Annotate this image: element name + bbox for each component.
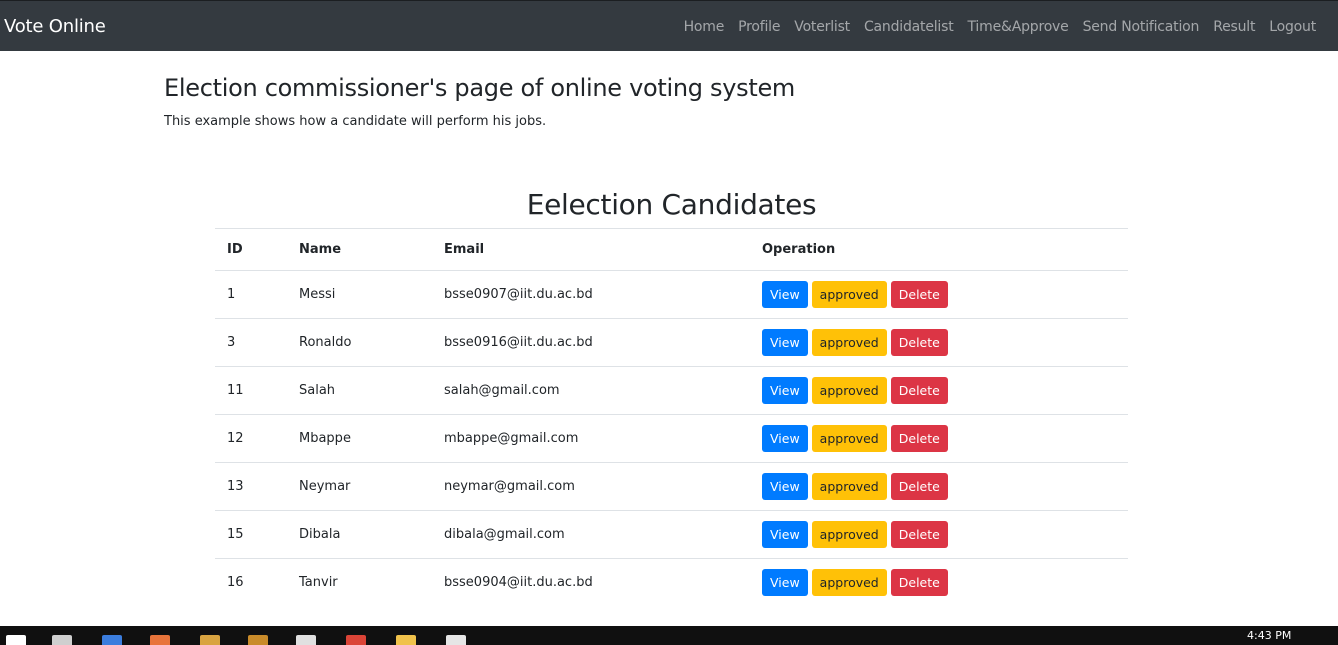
nav-link-candidatelist[interactable]: Candidatelist: [864, 18, 954, 36]
delete-button[interactable]: Delete: [890, 569, 948, 596]
cell-name: Neymar: [287, 462, 432, 511]
view-button[interactable]: View: [762, 377, 808, 404]
operation-buttons: View approved Delete: [762, 281, 1128, 308]
app-icon[interactable]: [102, 635, 122, 645]
operation-buttons: View approved Delete: [762, 473, 1128, 500]
taskbar-clock: 4:43 PM: [1247, 629, 1292, 642]
view-button[interactable]: View: [762, 329, 808, 356]
table-row: 12 Mbappe mbappe@gmail.com View approved Dele…: [215, 414, 1128, 463]
cell-name: Salah: [287, 366, 432, 415]
cell-id: 15: [215, 510, 287, 559]
cell-operation: View approved Delete: [750, 270, 1128, 319]
delete-button[interactable]: Delete: [890, 473, 948, 500]
view-button[interactable]: View: [762, 425, 808, 452]
cell-email: bsse0904@iit.du.ac.bd: [432, 558, 750, 606]
folder-icon[interactable]: [396, 635, 416, 645]
app-icon[interactable]: [446, 635, 466, 645]
cell-id: 3: [215, 318, 287, 367]
delete-button[interactable]: Delete: [890, 329, 948, 356]
column-header-id: ID: [215, 228, 287, 271]
view-button[interactable]: View: [762, 281, 808, 308]
table-row: 11 Salah salah@gmail.com View approved Delete: [215, 366, 1128, 415]
cell-id: 13: [215, 462, 287, 511]
table-row: 15 Dibala dibala@gmail.com View approved Dele…: [215, 510, 1128, 559]
approved-button[interactable]: approved: [811, 329, 887, 356]
cell-id: 1: [215, 270, 287, 319]
column-header-email: Email: [432, 228, 750, 271]
table-row: 3 Ronaldo bsse0916@iit.du.ac.bd View approve…: [215, 318, 1128, 367]
view-button[interactable]: View: [762, 473, 808, 500]
nav-link-home[interactable]: Home: [684, 18, 725, 36]
operation-buttons: View approved Delete: [762, 569, 1128, 596]
cell-name: Ronaldo: [287, 318, 432, 367]
approved-button[interactable]: approved: [811, 521, 887, 548]
nav-link-logout[interactable]: Logout: [1269, 18, 1316, 36]
cell-id: 16: [215, 558, 287, 606]
cell-name: Dibala: [287, 510, 432, 559]
operation-buttons: View approved Delete: [762, 521, 1128, 548]
nav-link-result[interactable]: Result: [1213, 18, 1255, 36]
delete-button[interactable]: Delete: [890, 521, 948, 548]
cell-operation: View approved Delete: [750, 510, 1128, 559]
app-icon[interactable]: [248, 635, 268, 645]
approved-button[interactable]: approved: [811, 569, 887, 596]
cell-operation: View approved Delete: [750, 462, 1128, 511]
approved-button[interactable]: approved: [811, 377, 887, 404]
column-header-name: Name: [287, 228, 432, 271]
approved-button[interactable]: approved: [811, 473, 887, 500]
table-row: 1 Messi bsse0907@iit.du.ac.bd View approved D…: [215, 270, 1128, 319]
cell-id: 12: [215, 414, 287, 463]
navbar: Vote Online Home Profile Voterlist Candi…: [0, 0, 1338, 51]
view-button[interactable]: View: [762, 521, 808, 548]
page-subtitle: This example shows how a candidate will …: [164, 114, 547, 129]
column-header-operation: Operation: [750, 228, 1128, 271]
windows-taskbar: 4:43 PM: [0, 626, 1338, 645]
nav-link-profile[interactable]: Profile: [738, 18, 780, 36]
table-header-row: ID Name Email Operation: [215, 228, 1128, 271]
nav-links: Home Profile Voterlist Candidatelist Tim…: [684, 18, 1317, 36]
nav-link-voterlist[interactable]: Voterlist: [794, 18, 850, 36]
cell-email: bsse0907@iit.du.ac.bd: [432, 270, 750, 319]
delete-button[interactable]: Delete: [890, 377, 948, 404]
view-button[interactable]: View: [762, 569, 808, 596]
candidates-table: ID Name Email Operation 1 Messi bsse0907@i…: [215, 228, 1128, 606]
operation-buttons: View approved Delete: [762, 425, 1128, 452]
table-title: Eelection Candidates: [526, 188, 817, 221]
cell-id: 11: [215, 366, 287, 415]
cell-email: salah@gmail.com: [432, 366, 750, 415]
delete-button[interactable]: Delete: [890, 425, 948, 452]
cell-email: dibala@gmail.com: [432, 510, 750, 559]
cell-email: mbappe@gmail.com: [432, 414, 750, 463]
cell-operation: View approved Delete: [750, 414, 1128, 463]
chrome-icon[interactable]: [346, 635, 366, 645]
approved-button[interactable]: approved: [811, 281, 887, 308]
delete-button[interactable]: Delete: [890, 281, 948, 308]
nav-link-send-notification[interactable]: Send Notification: [1083, 18, 1200, 36]
cell-name: Tanvir: [287, 558, 432, 606]
task-view-icon[interactable]: [52, 635, 72, 645]
app-icon[interactable]: [150, 635, 170, 645]
cell-operation: View approved Delete: [750, 318, 1128, 367]
approved-button[interactable]: approved: [811, 425, 887, 452]
candidates-table-wrap: ID Name Email Operation 1 Messi bsse0907@i…: [215, 228, 1128, 606]
table-row: 16 Tanvir bsse0904@iit.du.ac.bd View approve…: [215, 558, 1128, 606]
page-title: Election commissioner's page of online v…: [164, 74, 796, 102]
cell-operation: View approved Delete: [750, 558, 1128, 606]
table-row: 13 Neymar neymar@gmail.com View approved Dele…: [215, 462, 1128, 511]
start-icon[interactable]: [6, 635, 26, 645]
app-icon[interactable]: [200, 635, 220, 645]
operation-buttons: View approved Delete: [762, 329, 1128, 356]
brand-link[interactable]: Vote Online: [4, 16, 106, 38]
cell-name: Messi: [287, 270, 432, 319]
file-icon[interactable]: [296, 635, 316, 645]
cell-operation: View approved Delete: [750, 366, 1128, 415]
nav-link-time-approve[interactable]: Time&Approve: [968, 18, 1069, 36]
operation-buttons: View approved Delete: [762, 377, 1128, 404]
cell-email: bsse0916@iit.du.ac.bd: [432, 318, 750, 367]
cell-name: Mbappe: [287, 414, 432, 463]
cell-email: neymar@gmail.com: [432, 462, 750, 511]
